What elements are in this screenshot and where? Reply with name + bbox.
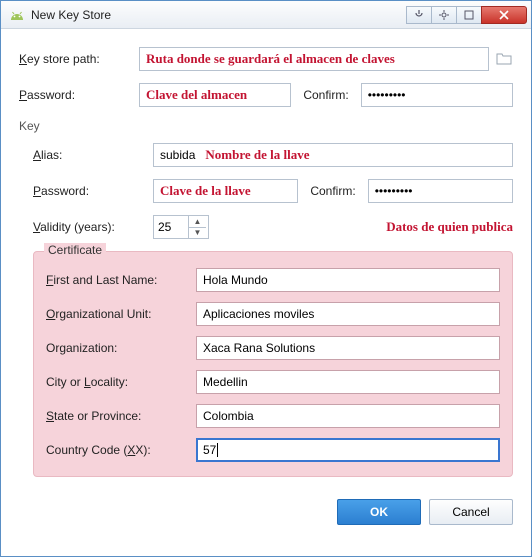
dialog-window: New Key Store Key store path: Ruta donde… xyxy=(0,0,532,557)
annotation-path: Ruta donde se guardará el almacen de cla… xyxy=(146,51,395,67)
cert-state-label: State or Province: xyxy=(46,409,196,423)
keystore-path-label: Key store path: xyxy=(19,52,139,66)
dialog-buttons: OK Cancel xyxy=(1,491,531,525)
certificate-legend: Certificate xyxy=(44,243,106,257)
window-title: New Key Store xyxy=(31,8,407,22)
ok-button[interactable]: OK xyxy=(337,499,421,525)
keystore-password-label: Password: xyxy=(19,88,139,102)
keystore-confirm-label: Confirm: xyxy=(303,88,348,102)
cert-name-row: First and Last Name: Hola Mundo xyxy=(46,268,500,292)
cancel-button[interactable]: Cancel xyxy=(429,499,513,525)
cert-city-row: City or Locality: Medellin xyxy=(46,370,500,394)
keystore-password-row: Password: Clave del almacen Confirm: •••… xyxy=(19,83,513,107)
maximize-button[interactable] xyxy=(456,6,482,24)
key-section-label: Key xyxy=(19,119,513,133)
cert-name-label: First and Last Name: xyxy=(46,273,196,287)
close-button[interactable] xyxy=(481,6,527,24)
android-icon xyxy=(9,10,25,20)
certificate-group: Certificate First and Last Name: Hola Mu… xyxy=(33,251,513,477)
validity-row: Validity (years): ▲ ▼ Datos de quien pub… xyxy=(33,215,513,239)
cert-org-input[interactable]: Xaca Rana Solutions xyxy=(196,336,500,360)
titlebar: New Key Store xyxy=(1,1,531,29)
annotation-publisher: Datos de quien publica xyxy=(386,219,513,234)
validity-spinner[interactable]: ▲ ▼ xyxy=(153,215,209,239)
spinner-down-icon[interactable]: ▼ xyxy=(189,228,206,239)
keystore-path-input[interactable]: Ruta donde se guardará el almacen de cla… xyxy=(139,47,489,71)
keystore-confirm-input[interactable]: ••••••••• xyxy=(361,83,513,107)
cert-state-input[interactable]: Colombia xyxy=(196,404,500,428)
cert-org-label: Organization: xyxy=(46,341,196,355)
key-block: Alias: subida Nombre de la llave Passwor… xyxy=(19,143,513,477)
cert-country-input[interactable]: 57 xyxy=(196,438,500,462)
cert-country-row: Country Code (XX): 57 xyxy=(46,438,500,462)
key-password-input[interactable]: Clave de la llave xyxy=(153,179,298,203)
text-caret xyxy=(217,443,218,457)
cert-name-input[interactable]: Hola Mundo xyxy=(196,268,500,292)
tool-button-1[interactable] xyxy=(406,6,432,24)
key-confirm-input[interactable]: ••••••••• xyxy=(368,179,513,203)
cert-org-row: Organization: Xaca Rana Solutions xyxy=(46,336,500,360)
annotation-alias: Nombre de la llave xyxy=(205,147,309,163)
validity-input[interactable] xyxy=(154,216,188,238)
alias-row: Alias: subida Nombre de la llave xyxy=(33,143,513,167)
tool-button-2[interactable] xyxy=(431,6,457,24)
validity-label: Validity (years): xyxy=(33,220,153,234)
key-password-label: Password: xyxy=(33,184,153,198)
cert-ou-label: Organizational Unit: xyxy=(46,307,196,321)
cert-city-input[interactable]: Medellin xyxy=(196,370,500,394)
browse-folder-icon[interactable] xyxy=(495,51,513,68)
cert-ou-row: Organizational Unit: Aplicaciones movile… xyxy=(46,302,500,326)
alias-label: Alias: xyxy=(33,148,153,162)
spinner-up-icon[interactable]: ▲ xyxy=(189,216,206,228)
cert-country-label: Country Code (XX): xyxy=(46,443,196,457)
keystore-password-input[interactable]: Clave del almacen xyxy=(139,83,291,107)
cert-state-row: State or Province: Colombia xyxy=(46,404,500,428)
dialog-content: Key store path: Ruta donde se guardará e… xyxy=(1,29,531,491)
key-confirm-label: Confirm: xyxy=(310,184,355,198)
alias-input[interactable]: subida Nombre de la llave xyxy=(153,143,513,167)
keystore-path-row: Key store path: Ruta donde se guardará e… xyxy=(19,47,513,71)
cert-city-label: City or Locality: xyxy=(46,375,196,389)
key-password-row: Password: Clave de la llave Confirm: •••… xyxy=(33,179,513,203)
titlebar-buttons xyxy=(407,6,527,24)
cert-ou-input[interactable]: Aplicaciones moviles xyxy=(196,302,500,326)
